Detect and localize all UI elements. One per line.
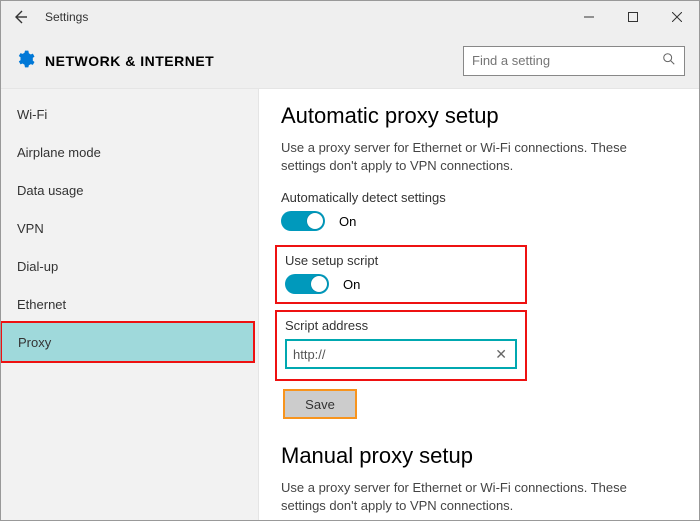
save-label: Save <box>305 397 335 412</box>
arrow-left-icon <box>12 9 28 25</box>
sidebar-item-label: Ethernet <box>17 297 66 312</box>
sidebar-item-label: Data usage <box>17 183 84 198</box>
sidebar-item-label: Proxy <box>18 335 51 350</box>
search-box[interactable] <box>463 46 685 76</box>
settings-window: Settings NETWORK & INTERNET <box>0 0 700 521</box>
minimize-button[interactable] <box>567 1 611 33</box>
header-title: NETWORK & INTERNET <box>45 53 214 69</box>
titlebar: Settings <box>1 1 699 33</box>
maximize-icon <box>628 12 638 22</box>
auto-heading: Automatic proxy setup <box>281 103 677 129</box>
content: Automatic proxy setup Use a proxy server… <box>259 89 699 520</box>
highlight-setup-script: Use setup script On <box>275 245 527 304</box>
close-icon <box>672 12 682 22</box>
search-icon <box>662 52 676 69</box>
sidebar-item-data-usage[interactable]: Data usage <box>1 171 258 209</box>
sidebar-item-vpn[interactable]: VPN <box>1 209 258 247</box>
search-input[interactable] <box>472 53 662 68</box>
script-toggle-label: Use setup script <box>285 253 515 268</box>
script-address-label: Script address <box>285 318 515 333</box>
sidebar-item-label: Wi-Fi <box>17 107 47 122</box>
save-button[interactable]: Save <box>283 389 357 419</box>
manual-heading: Manual proxy setup <box>281 443 677 469</box>
detect-state: On <box>339 214 356 229</box>
minimize-icon <box>584 12 594 22</box>
sidebar: Wi-Fi Airplane mode Data usage VPN Dial-… <box>1 89 259 520</box>
detect-toggle-row: On <box>281 211 677 231</box>
detect-toggle[interactable] <box>281 211 325 231</box>
header: NETWORK & INTERNET <box>1 33 699 89</box>
highlight-sidebar: Proxy <box>1 321 255 363</box>
auto-description: Use a proxy server for Ethernet or Wi-Fi… <box>281 139 673 174</box>
sidebar-item-ethernet[interactable]: Ethernet <box>1 285 258 323</box>
script-toggle[interactable] <box>285 274 329 294</box>
window-controls <box>567 1 699 33</box>
sidebar-item-dialup[interactable]: Dial-up <box>1 247 258 285</box>
maximize-button[interactable] <box>611 1 655 33</box>
detect-label: Automatically detect settings <box>281 190 677 205</box>
script-toggle-row: On <box>285 274 515 294</box>
sidebar-item-label: Dial-up <box>17 259 58 274</box>
sidebar-item-proxy[interactable]: Proxy <box>2 323 253 361</box>
back-button[interactable] <box>7 4 33 30</box>
script-toggle-state: On <box>343 277 360 292</box>
highlight-script-address: Script address ✕ <box>275 310 527 381</box>
sidebar-item-airplane[interactable]: Airplane mode <box>1 133 258 171</box>
manual-description: Use a proxy server for Ethernet or Wi-Fi… <box>281 479 673 514</box>
clear-icon[interactable]: ✕ <box>493 346 509 363</box>
script-address-input[interactable] <box>293 347 493 362</box>
sidebar-item-label: VPN <box>17 221 44 236</box>
sidebar-item-wifi[interactable]: Wi-Fi <box>1 95 258 133</box>
window-title: Settings <box>45 10 88 24</box>
close-button[interactable] <box>655 1 699 33</box>
body: Wi-Fi Airplane mode Data usage VPN Dial-… <box>1 89 699 520</box>
script-address-field[interactable]: ✕ <box>285 339 517 369</box>
gear-icon <box>15 49 35 72</box>
sidebar-item-label: Airplane mode <box>17 145 101 160</box>
